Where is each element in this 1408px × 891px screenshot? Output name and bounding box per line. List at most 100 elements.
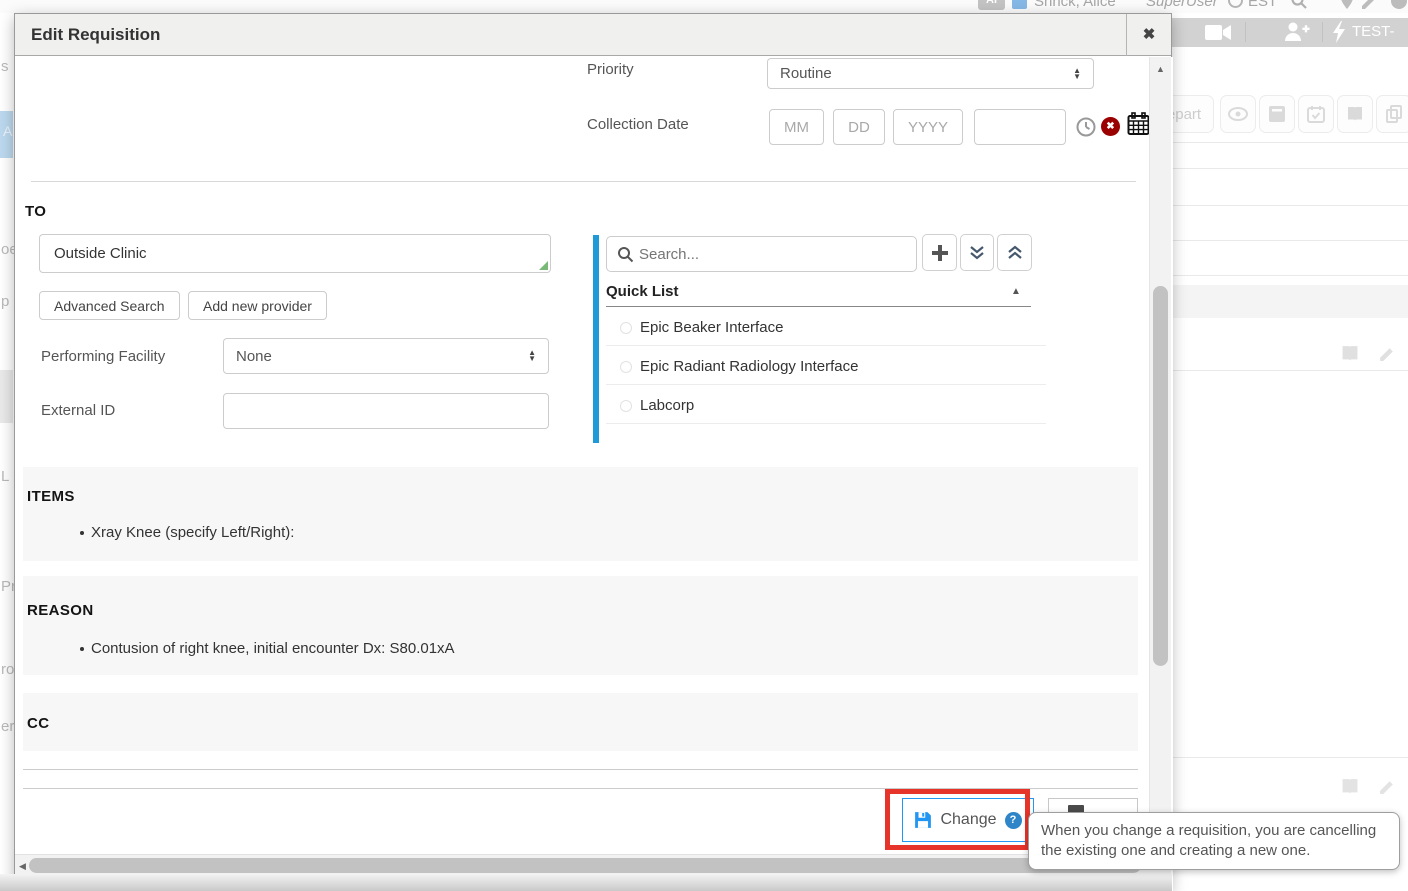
advanced-search-button[interactable]: Advanced Search bbox=[39, 291, 180, 320]
depart-label: epart bbox=[1172, 106, 1201, 123]
lightning-icon bbox=[1332, 21, 1346, 43]
pencil-icon bbox=[1378, 776, 1397, 795]
save-icon bbox=[914, 811, 932, 829]
priority-select[interactable]: Routine ▲▼ bbox=[767, 58, 1094, 89]
globe-icon bbox=[1390, 0, 1408, 10]
cc-section: CC bbox=[23, 693, 1138, 751]
eye-icon bbox=[1228, 107, 1248, 121]
quick-list-item-label: Labcorp bbox=[640, 389, 694, 423]
expand-all-button[interactable] bbox=[960, 234, 994, 271]
clock-icon bbox=[1228, 0, 1243, 8]
dialog-title: Edit Requisition bbox=[31, 14, 160, 56]
user-name: Shrick, Alice bbox=[1034, 0, 1116, 10]
items-heading: ITEMS bbox=[27, 488, 75, 505]
bg-text-fragment: A bbox=[3, 123, 12, 139]
collapse-all-button[interactable] bbox=[997, 234, 1032, 271]
performing-facility-label: Performing Facility bbox=[41, 348, 165, 365]
items-section: ITEMS Xray Knee (specify Left/Right): bbox=[23, 467, 1138, 561]
time-input[interactable] bbox=[974, 109, 1066, 145]
bg-text-fragment: s bbox=[1, 58, 9, 75]
edit-requisition-dialog: Edit Requisition ✖ Priority Routine ▲▼ C… bbox=[14, 13, 1172, 891]
bottom-shadow-strip bbox=[0, 874, 1172, 891]
bullet-icon bbox=[80, 647, 84, 651]
environment-label: TEST- bbox=[1352, 23, 1395, 40]
pin-icon bbox=[1340, 0, 1354, 10]
calendar-icon[interactable] bbox=[1127, 112, 1150, 136]
book-icon bbox=[1340, 778, 1360, 795]
book-icon bbox=[1340, 345, 1360, 362]
day-input[interactable] bbox=[833, 109, 885, 145]
quick-list-item[interactable]: Epic Beaker Interface bbox=[606, 311, 1046, 346]
quick-list-heading: Quick List bbox=[606, 283, 679, 300]
add-person-icon bbox=[1284, 22, 1310, 42]
scroll-left-icon[interactable]: ◀ bbox=[19, 861, 26, 872]
select-arrows-icon: ▲▼ bbox=[1073, 68, 1081, 80]
bg-gray-row bbox=[0, 370, 13, 423]
divider bbox=[23, 788, 1138, 789]
search-icon bbox=[617, 246, 634, 263]
external-id-label: External ID bbox=[41, 402, 115, 419]
priority-value: Routine bbox=[780, 65, 1073, 82]
horizontal-scrollbar-thumb[interactable] bbox=[29, 858, 1141, 873]
dialog-header: Edit Requisition ✖ bbox=[15, 14, 1171, 56]
quick-list-item-label: Epic Radiant Radiology Interface bbox=[640, 350, 858, 384]
divider bbox=[23, 769, 1138, 770]
reason-section: REASON Contusion of right knee, initial … bbox=[23, 576, 1138, 675]
plus-icon bbox=[931, 244, 949, 262]
close-icon[interactable]: ✖ bbox=[1126, 14, 1171, 56]
timezone-label: EST bbox=[1248, 0, 1277, 10]
help-icon[interactable]: ? bbox=[1005, 812, 1022, 829]
vertical-scrollbar-thumb[interactable] bbox=[1153, 286, 1168, 666]
cc-heading: CC bbox=[27, 715, 49, 732]
divider bbox=[31, 181, 1136, 182]
radio-button[interactable] bbox=[620, 322, 632, 334]
horizontal-scrollbar[interactable]: ◀ bbox=[15, 854, 1149, 875]
double-chevron-down-icon bbox=[969, 245, 985, 261]
resize-handle-icon[interactable] bbox=[539, 261, 548, 270]
collection-date-label: Collection Date bbox=[587, 116, 689, 133]
pencil-icon bbox=[1360, 0, 1378, 10]
ai-badge: AI bbox=[978, 0, 1005, 10]
radio-button[interactable] bbox=[620, 361, 632, 373]
quick-list-item[interactable]: Labcorp bbox=[606, 389, 1046, 424]
recipient-textarea[interactable]: Outside Clinic bbox=[39, 234, 551, 273]
calendar-check-icon bbox=[1307, 105, 1325, 123]
scroll-up-icon[interactable]: ▲ bbox=[1156, 64, 1165, 74]
copy-button bbox=[1376, 95, 1408, 133]
bg-text-fragment: p bbox=[1, 293, 9, 310]
bullet-icon bbox=[80, 531, 84, 535]
book-button bbox=[1337, 95, 1373, 133]
performing-facility-value: None bbox=[236, 348, 528, 365]
clock-icon[interactable] bbox=[1076, 117, 1096, 137]
archive-button bbox=[1259, 95, 1295, 133]
to-heading: TO bbox=[25, 203, 46, 220]
video-camera-icon bbox=[1205, 24, 1231, 41]
select-arrows-icon: ▲▼ bbox=[528, 350, 536, 362]
quick-list-item[interactable]: Epic Radiant Radiology Interface bbox=[606, 350, 1046, 385]
pencil-icon bbox=[1378, 343, 1397, 362]
year-input[interactable] bbox=[893, 109, 963, 145]
search-input[interactable] bbox=[639, 238, 909, 270]
clear-date-icon[interactable]: ✖ bbox=[1101, 117, 1120, 136]
reason-entry: Contusion of right knee, initial encount… bbox=[91, 640, 455, 657]
bg-text-fragment: oe bbox=[1, 241, 14, 258]
add-button[interactable] bbox=[922, 234, 957, 271]
radio-button[interactable] bbox=[620, 400, 632, 412]
vertical-scrollbar[interactable]: ▲ bbox=[1149, 57, 1171, 854]
month-input[interactable] bbox=[769, 109, 824, 145]
quick-list-item-label: Epic Beaker Interface bbox=[640, 311, 783, 345]
change-label: Change bbox=[940, 811, 996, 829]
external-id-input[interactable] bbox=[223, 393, 549, 429]
eye-button bbox=[1220, 95, 1256, 133]
change-button[interactable]: Change ? bbox=[902, 798, 1034, 842]
collapse-section-icon[interactable]: ▲ bbox=[1011, 286, 1021, 297]
depart-button: epart bbox=[1172, 95, 1214, 133]
add-new-provider-button[interactable]: Add new provider bbox=[188, 291, 327, 320]
change-tooltip: When you change a requisition, you are c… bbox=[1028, 812, 1400, 870]
dialog-body: Priority Routine ▲▼ Collection Date ✖ TO… bbox=[15, 57, 1173, 891]
performing-facility-select[interactable]: None ▲▼ bbox=[223, 338, 549, 374]
bg-text-fragment: er bbox=[1, 718, 14, 735]
user-avatar bbox=[1012, 0, 1027, 9]
background-right-panel: TEST- epart bbox=[1172, 13, 1408, 891]
background-left-edge: s A oe p L Pr ro er bbox=[0, 13, 14, 874]
